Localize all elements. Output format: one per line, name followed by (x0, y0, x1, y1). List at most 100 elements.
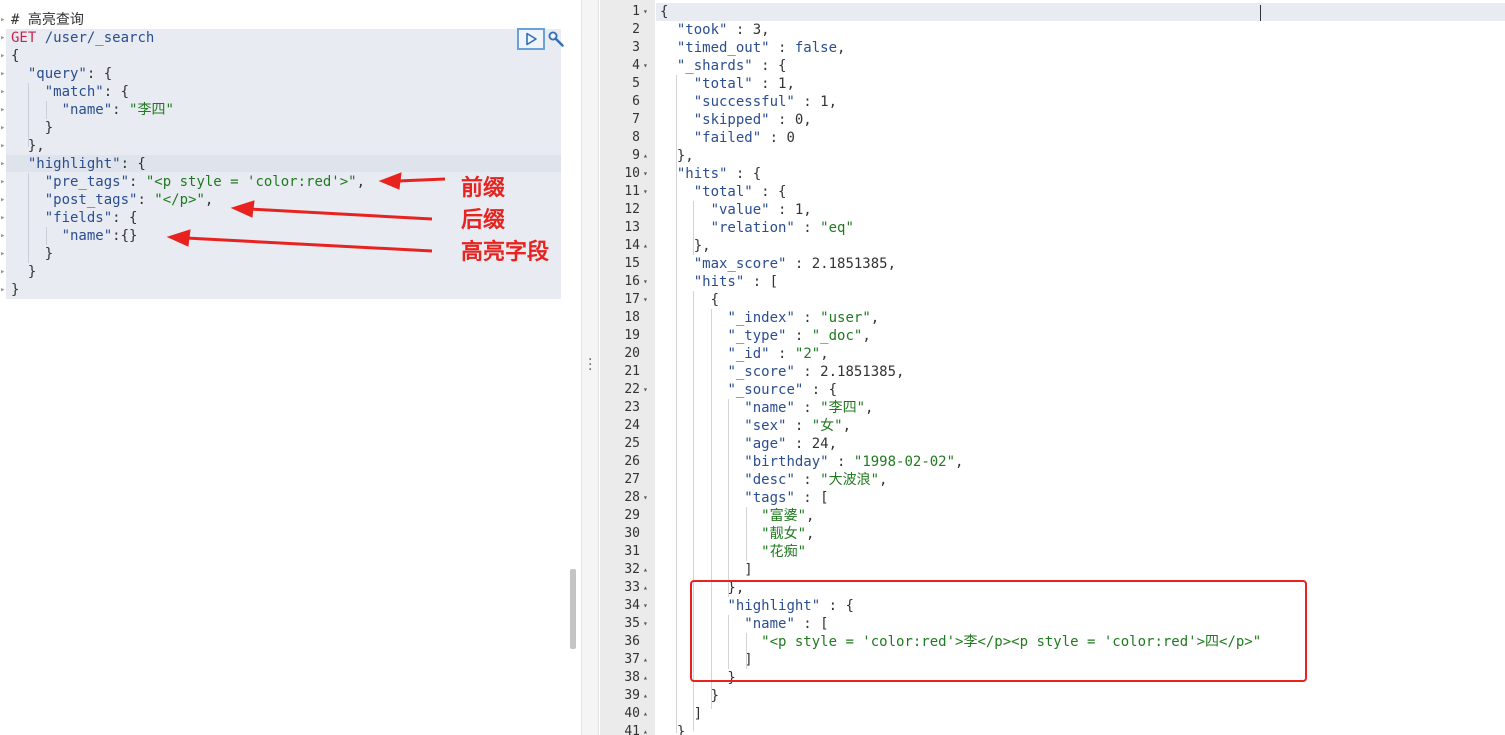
response-line: ] (660, 705, 702, 723)
fold-open-icon[interactable]: ▾ (643, 57, 648, 75)
code-token: { (660, 292, 720, 308)
code-token: "_source" (727, 382, 804, 398)
code-token: : { (803, 382, 838, 398)
fold-close-icon[interactable]: ▴ (643, 147, 648, 165)
code-token: : 1, (794, 94, 838, 110)
fold-close-icon[interactable]: ▴ (643, 651, 648, 669)
line-number: 1 (632, 4, 640, 19)
fold-open-icon[interactable]: ▾ (643, 3, 648, 21)
fold-open-icon[interactable]: ▾ (643, 615, 648, 633)
line-number: 34 (624, 598, 640, 613)
code-token: : (786, 418, 812, 434)
code-token: : 3, (727, 22, 770, 38)
code-token: "_type" (727, 328, 787, 344)
line-number: 20 (624, 346, 640, 361)
line-number: 7 (632, 112, 640, 127)
code-token: : 24, (786, 436, 838, 452)
line-number: 36 (624, 634, 640, 649)
highlight-result-callout (690, 580, 1307, 682)
fold-close-icon[interactable]: ▴ (643, 237, 648, 255)
code-token: "timed_out" (676, 40, 770, 56)
code-token: "hits" (676, 166, 728, 182)
request-editor[interactable]: # 高亮查询 ▸ GET /user/_search ▸{▸ "query": {▸ … (0, 0, 581, 735)
response-line: "_id" : "2", (660, 345, 828, 363)
code-token: } (660, 724, 686, 735)
code-token: : 1, (769, 202, 812, 218)
code-token: : 1, (752, 76, 795, 92)
arrowhead-suffix (230, 200, 255, 218)
code-token: }, (660, 238, 711, 254)
line-number: 15 (624, 256, 640, 271)
line-number: 4 (632, 58, 640, 73)
response-line: "age" : 24, (660, 435, 837, 453)
code-token: "_index" (727, 310, 795, 326)
line-number: 38 (624, 670, 640, 685)
fold-close-icon[interactable]: ▴ (643, 723, 648, 735)
fold-close-icon[interactable]: ▴ (643, 669, 648, 687)
code-token: : 2.1851385, (794, 364, 905, 380)
line-number: 14 (624, 238, 640, 253)
response-line: "total" : { (660, 183, 787, 201)
left-scrollbar[interactable] (570, 569, 576, 649)
code-token: : 2.1851385, (786, 256, 897, 272)
line-number: 16 (624, 274, 640, 289)
code-token: : { (752, 184, 787, 200)
code-token: "max_score" (693, 256, 787, 272)
line-number: 25 (624, 436, 640, 451)
code-token: , (806, 526, 815, 542)
fold-close-icon[interactable]: ▴ (643, 705, 648, 723)
code-token: : 0 (761, 130, 795, 146)
code-token: "skipped" (693, 112, 770, 128)
fold-open-icon[interactable]: ▾ (643, 183, 648, 201)
code-token: ] (660, 706, 703, 722)
response-line: ] (660, 561, 752, 579)
response-line: "靓女", (660, 525, 814, 543)
fold-open-icon[interactable]: ▾ (643, 381, 648, 399)
code-token: "relation" (710, 220, 795, 236)
response-line: "富婆", (660, 507, 814, 525)
arrowhead-field (166, 229, 191, 247)
arrow-suffix (249, 207, 433, 221)
code-token: : { (752, 58, 787, 74)
response-line: "failed" : 0 (660, 129, 795, 147)
fold-close-icon[interactable]: ▴ (643, 687, 648, 705)
line-number: 10 (624, 166, 640, 181)
fold-open-icon[interactable]: ▾ (643, 489, 648, 507)
line-number: 29 (624, 508, 640, 523)
response-line: "value" : 1, (660, 201, 812, 219)
indent-guide (676, 183, 677, 733)
code-token: : (794, 472, 821, 488)
line-number: 24 (624, 418, 640, 433)
fold-open-icon[interactable]: ▾ (643, 273, 648, 291)
code-token: "value" (710, 202, 770, 218)
arrowhead-prefix (378, 172, 402, 190)
fold-close-icon[interactable]: ▴ (643, 579, 648, 597)
code-token: "靓女" (761, 526, 807, 542)
response-line: "_shards" : { (660, 57, 787, 75)
code-token: , (806, 508, 815, 524)
response-line: } (660, 723, 685, 735)
fold-open-icon[interactable]: ▾ (643, 165, 648, 183)
line-number: 39 (624, 688, 640, 703)
code-token: "_doc" (811, 328, 863, 344)
response-line: "tags" : [ (660, 489, 829, 507)
pane-resizer[interactable]: · · · (581, 0, 599, 735)
fold-open-icon[interactable]: ▾ (643, 597, 648, 615)
response-line: "timed_out" : false, (660, 39, 846, 57)
code-token: : [ (794, 490, 829, 506)
line-number: 33 (624, 580, 640, 595)
fold-open-icon[interactable]: ▾ (643, 291, 648, 309)
code-token: , (842, 418, 852, 434)
response-line: "relation" : "eq" (660, 219, 854, 237)
code-token: : (828, 454, 854, 470)
line-number: 32 (624, 562, 640, 577)
arrow-prefix (397, 177, 446, 183)
annotation-prefix: 前缀 (461, 176, 506, 201)
fold-close-icon[interactable]: ▴ (643, 561, 648, 579)
